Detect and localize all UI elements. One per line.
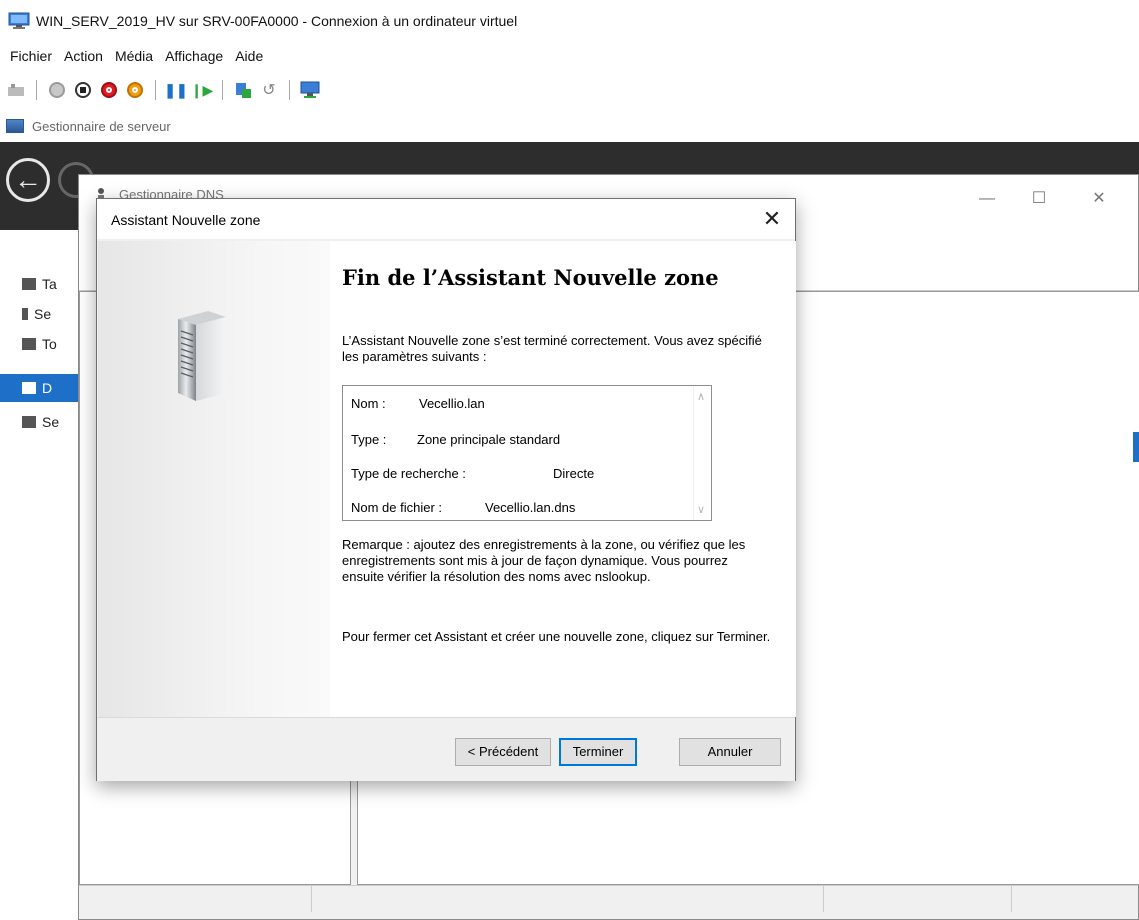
settings-summary-box[interactable]: Nom : Vecellio.lan Type : Zone principal… — [342, 385, 712, 521]
toolbar-separator — [155, 80, 156, 100]
close-button[interactable]: ✕ — [1076, 185, 1122, 213]
back-arrow-icon[interactable]: ← — [6, 158, 50, 202]
toolbar-separator — [222, 80, 223, 100]
sidebar-item-dns[interactable]: D — [0, 374, 80, 402]
toolbar-separator — [289, 80, 290, 100]
vm-toolbar: ❚❚ ❙▶ ↺ — [0, 76, 320, 104]
wizard-content: Fin de l’Assistant Nouvelle zone L’Assis… — [330, 241, 796, 717]
summary-type-row: Type : Zone principale standard — [351, 432, 560, 447]
virtual-machine-icon — [8, 12, 30, 30]
sidebar-item-label: D — [42, 380, 53, 396]
sidebar-item-label: Ta — [42, 276, 57, 292]
scroll-down-icon[interactable]: ∨ — [697, 503, 705, 516]
server-manager-tab-label: Gestionnaire de serveur — [32, 118, 171, 134]
server-icon — [22, 308, 28, 320]
vm-menu-bar: Fichier Action Média Affichage Aide — [0, 44, 269, 68]
screen: WIN_SERV_2019_HV sur SRV-00FA0000 - Conn… — [0, 0, 1139, 920]
summary-lookup-row: Type de recherche : Directe — [351, 466, 594, 481]
menu-fichier[interactable]: Fichier — [10, 48, 52, 64]
scroll-up-icon[interactable]: ∧ — [697, 390, 705, 403]
vm-title-bar: WIN_SERV_2019_HV sur SRV-00FA0000 - Conn… — [0, 0, 1139, 42]
toolbar-separator — [36, 80, 37, 100]
all-servers-icon — [22, 338, 36, 350]
checkpoint-icon[interactable] — [233, 80, 253, 100]
minimize-button[interactable]: — — [964, 185, 1010, 213]
file-services-icon — [22, 416, 36, 428]
summary-lookup-label: Type de recherche : — [351, 466, 466, 481]
back-button[interactable]: < Précédent — [455, 738, 551, 766]
server-manager-tab: Gestionnaire de serveur — [0, 114, 171, 138]
start-icon[interactable] — [47, 80, 67, 100]
shutdown-icon[interactable] — [99, 80, 119, 100]
save-state-icon[interactable] — [125, 80, 145, 100]
menu-aide[interactable]: Aide — [235, 48, 263, 64]
server-manager-icon — [6, 119, 24, 133]
selection-highlight — [1133, 432, 1139, 462]
summary-lookup-value: Directe — [553, 466, 595, 481]
dns-icon — [22, 382, 36, 394]
server-icon — [174, 305, 230, 403]
finish-button[interactable]: Terminer — [559, 738, 637, 766]
server-manager-sidebar: Ta Se To D Se — [0, 258, 80, 458]
revert-icon[interactable]: ↺ — [259, 80, 279, 100]
summary-scrollbar[interactable]: ∧ ∨ — [693, 386, 711, 520]
pause-icon[interactable]: ❚❚ — [164, 80, 187, 100]
sidebar-item-local-server[interactable]: Se — [0, 300, 80, 328]
summary-name-label: Nom : — [351, 396, 386, 411]
turn-off-icon[interactable] — [73, 80, 93, 100]
dns-status-bar — [79, 885, 1138, 912]
summary-file-row: Nom de fichier : Vecellio.lan.dns — [351, 500, 575, 515]
sidebar-item-dashboard[interactable]: Ta — [0, 270, 80, 298]
cancel-button[interactable]: Annuler — [679, 738, 781, 766]
sidebar-item-label: To — [42, 336, 57, 352]
resume-icon[interactable]: ❙▶ — [191, 80, 214, 100]
wizard-title: Assistant Nouvelle zone — [111, 212, 261, 228]
wizard-note-text: Remarque : ajoutez des enregistrements à… — [342, 537, 746, 584]
wizard-button-bar: < Précédent Terminer Annuler — [97, 717, 795, 781]
menu-media[interactable]: Média — [115, 48, 153, 64]
sidebar-item-all-servers[interactable]: To — [0, 330, 80, 358]
dashboard-icon — [22, 278, 36, 290]
wizard-intro-text: L’Assistant Nouvelle zone s’est terminé … — [342, 333, 762, 364]
summary-name-row: Nom : Vecellio.lan — [351, 396, 485, 411]
wizard-heading: Fin de l’Assistant Nouvelle zone — [342, 265, 719, 290]
wizard-title-bar: Assistant Nouvelle zone ✕ — [97, 199, 795, 239]
new-zone-wizard-dialog: Assistant Nouvelle zone ✕ Fin de l’Assis… — [96, 198, 796, 781]
ctrl-alt-del-icon[interactable] — [6, 80, 26, 100]
summary-file-value: Vecellio.lan.dns — [485, 500, 576, 515]
summary-type-value: Zone principale standard — [417, 432, 561, 447]
enhanced-session-icon[interactable] — [300, 80, 320, 100]
vm-window-title: WIN_SERV_2019_HV sur SRV-00FA0000 - Conn… — [36, 13, 518, 29]
summary-file-label: Nom de fichier : — [351, 500, 443, 515]
summary-type-label: Type : — [351, 432, 387, 447]
summary-name-value: Vecellio.lan — [419, 396, 485, 411]
wizard-closing-text: Pour fermer cet Assistant et créer une n… — [342, 629, 771, 644]
sidebar-item-file-services[interactable]: Se — [0, 408, 80, 436]
menu-affichage[interactable]: Affichage — [165, 48, 223, 64]
close-icon[interactable]: ✕ — [757, 205, 787, 233]
sidebar-item-label: Se — [34, 306, 52, 322]
wizard-side-panel — [98, 241, 330, 717]
sidebar-item-label: Se — [42, 414, 60, 430]
maximize-button[interactable]: ☐ — [1016, 185, 1062, 213]
menu-action[interactable]: Action — [64, 48, 103, 64]
